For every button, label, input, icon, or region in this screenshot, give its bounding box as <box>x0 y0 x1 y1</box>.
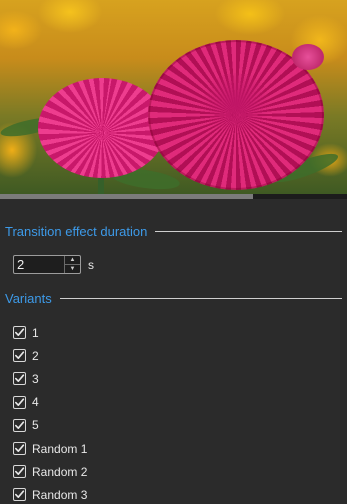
section-title: Variants <box>5 290 52 306</box>
variant-label: 4 <box>32 395 39 410</box>
checkmark-icon <box>15 444 25 453</box>
variant-item[interactable]: 4 <box>13 391 87 414</box>
variant-item[interactable]: 3 <box>13 367 87 390</box>
variant-checkbox[interactable] <box>13 372 26 386</box>
checkmark-icon <box>15 351 25 360</box>
variant-item[interactable]: Random 1 <box>13 437 87 460</box>
checkmark-icon <box>15 328 25 337</box>
checkmark-icon <box>15 374 25 383</box>
variant-label: 2 <box>32 348 39 363</box>
spin-up-button[interactable]: ▲ <box>65 256 80 264</box>
variant-checkbox[interactable] <box>13 395 26 409</box>
checkmark-icon <box>15 421 25 429</box>
transition-section-header: Transition effect duration <box>5 223 342 239</box>
variant-checkbox[interactable] <box>13 326 26 340</box>
variant-checkbox[interactable] <box>13 442 26 456</box>
variant-label: Random 3 <box>32 487 88 502</box>
divider <box>155 230 342 232</box>
duration-control: ▲ ▼ s <box>13 255 94 274</box>
variant-item[interactable]: Random 2 <box>13 460 87 483</box>
variant-label: Random 1 <box>32 441 88 456</box>
variant-checkbox[interactable] <box>13 465 26 479</box>
duration-input[interactable] <box>14 256 64 273</box>
preview-progress-bar[interactable] <box>0 194 347 199</box>
duration-spinbox[interactable]: ▲ ▼ <box>13 255 81 274</box>
variants-list: 1 2 3 4 5 Random 1 Random 2 Random 3 <box>13 321 87 504</box>
variant-checkbox[interactable] <box>13 418 26 432</box>
divider <box>59 297 342 299</box>
checkmark-icon <box>15 490 25 499</box>
variant-checkbox[interactable] <box>13 488 26 502</box>
chevron-down-icon: ▼ <box>69 266 76 272</box>
flower-small <box>38 78 166 178</box>
spin-buttons: ▲ ▼ <box>64 256 80 273</box>
variant-item[interactable]: 2 <box>13 344 87 367</box>
checkmark-icon <box>15 398 25 406</box>
variant-label: Random 2 <box>32 464 88 479</box>
section-title: Transition effect duration <box>5 223 148 239</box>
variants-section-header: Variants <box>5 290 342 306</box>
variant-item[interactable]: 5 <box>13 414 87 437</box>
variant-label: 1 <box>32 325 39 340</box>
preview-image <box>0 0 347 194</box>
variant-item[interactable]: Random 3 <box>13 483 87 504</box>
variant-checkbox[interactable] <box>13 349 26 363</box>
variant-label: 5 <box>32 418 39 433</box>
duration-unit: s <box>88 257 94 272</box>
spin-down-button[interactable]: ▼ <box>65 264 80 273</box>
progress-fill <box>0 194 254 199</box>
checkmark-icon <box>15 467 25 476</box>
flower-bud <box>292 44 324 70</box>
chevron-up-icon: ▲ <box>69 257 76 263</box>
variant-label: 3 <box>32 371 39 386</box>
variant-item[interactable]: 1 <box>13 321 87 344</box>
